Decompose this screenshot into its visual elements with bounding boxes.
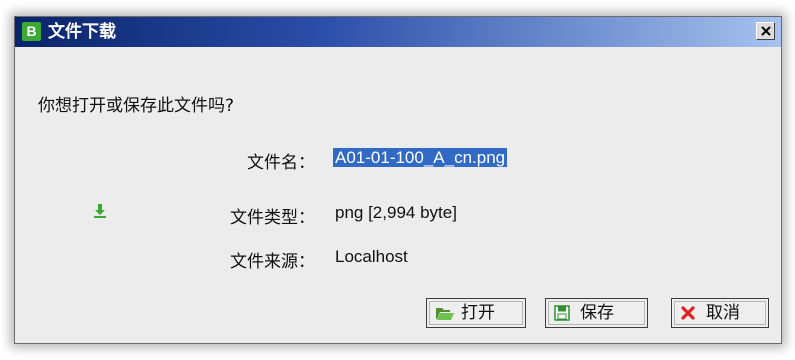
file-name-value[interactable]: A01-01-100_A_cn.png	[333, 148, 508, 168]
open-button[interactable]: 打开	[426, 298, 526, 328]
app-logo: B	[22, 22, 41, 41]
folder-open-icon	[436, 308, 454, 320]
floppy-disk-icon	[554, 305, 570, 321]
file-source-value: Localhost	[335, 247, 408, 266]
cancel-button[interactable]: 取消	[671, 298, 769, 328]
close-icon	[761, 26, 771, 36]
title-bar[interactable]: B 文件下载	[15, 17, 781, 47]
file-type-value: png [2,994 byte]	[335, 203, 457, 222]
red-x-icon	[681, 306, 695, 320]
file-download-dialog: B 文件下载 你想打开或保存此文件吗? 文件名： A01-01-100_A_cn…	[14, 16, 782, 344]
file-type-label: 文件类型：	[230, 208, 315, 228]
cancel-label: 取消	[706, 303, 740, 323]
close-button[interactable]	[756, 22, 775, 40]
open-label: 打开	[461, 303, 495, 323]
download-icon	[94, 204, 106, 218]
question-text: 你想打开或保存此文件吗?	[38, 96, 235, 116]
save-button[interactable]: 保存	[545, 298, 648, 328]
dialog-title: 文件下载	[48, 22, 116, 42]
file-source-label: 文件来源：	[230, 252, 315, 272]
file-name-text[interactable]: A01-01-100_A_cn.png	[333, 148, 508, 167]
file-name-label: 文件名：	[247, 153, 315, 173]
save-label: 保存	[580, 303, 614, 323]
